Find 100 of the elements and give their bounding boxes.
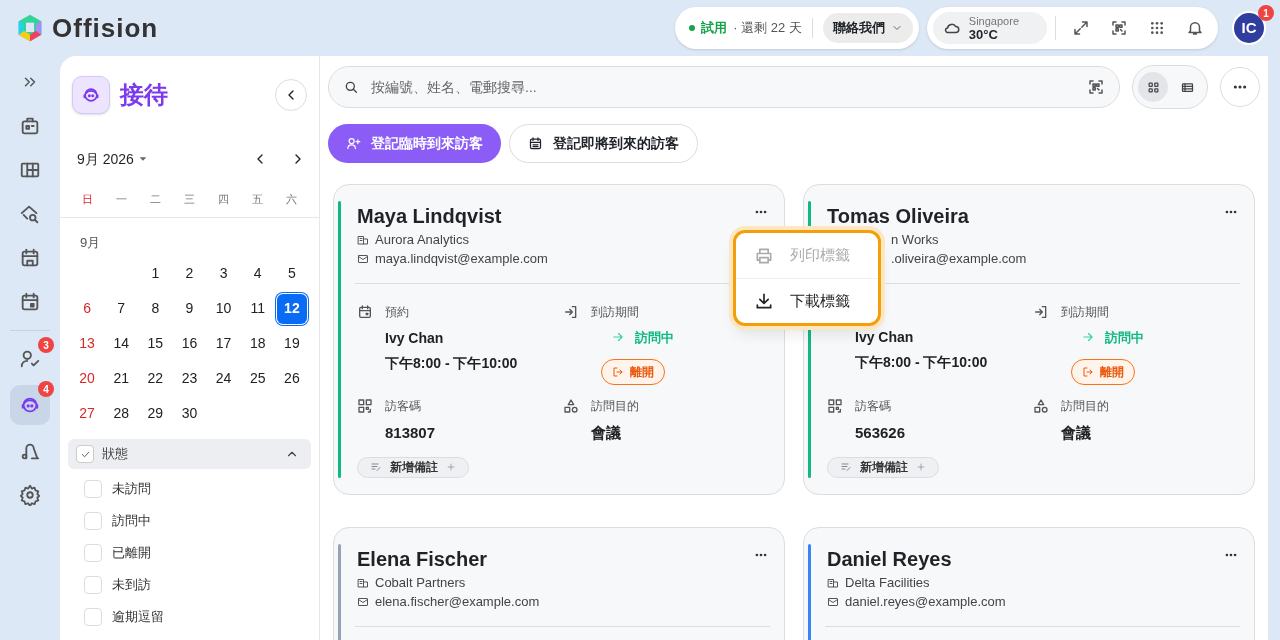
checkbox[interactable] (76, 445, 94, 463)
calendar-icon (357, 303, 373, 320)
qr-code-icon (357, 398, 373, 415)
field-label: 到訪期間 (1060, 303, 1110, 321)
calendar-day[interactable]: 26 (276, 363, 307, 394)
search-input[interactable]: 按編號、姓名、電郵搜尋... (371, 76, 1075, 98)
visitor-code: 813807 (385, 423, 436, 444)
note-icon (370, 461, 382, 474)
calendar-day[interactable]: 20 (72, 363, 103, 394)
option-label: 未到訪 (112, 576, 151, 595)
checkbox[interactable] (84, 480, 102, 498)
weekday-label: 六 (285, 192, 299, 208)
app-name: Offision (52, 11, 159, 45)
calendar-day[interactable]: 23 (174, 363, 205, 394)
count-badge: 3 (38, 337, 54, 353)
calendar-day[interactable]: 27 (72, 398, 103, 429)
calendar-day[interactable]: 5 (276, 258, 307, 289)
grid-view-icon (1145, 79, 1161, 95)
calendar-day[interactable]: 18 (242, 328, 273, 359)
calendar-day[interactable]: 8 (140, 293, 171, 324)
building-icon (357, 233, 369, 246)
note-icon (840, 461, 852, 474)
mail-icon (357, 595, 369, 608)
host-name: Ivy Chan (855, 327, 915, 347)
calendar-day[interactable]: 9 (174, 293, 205, 324)
calendar-day[interactable]: 12 (276, 293, 307, 324)
calendar-day[interactable]: 3 (208, 258, 239, 289)
visitor-card[interactable]: Maya Lindqvist Aurora Analytics maya.lindqvist@example.com 預約 Ivy Chan 下午8:00 - 下午10:00 到訪期間 訪問中 離開 訪客碼 813807 訪問目的 會議 新增備註 (333, 184, 785, 495)
calendar-day[interactable]: 13 (72, 328, 103, 359)
option-label: 逾期逗留 (112, 608, 164, 627)
field-label: 訪問目的 (590, 398, 639, 416)
calendar-day[interactable]: 1 (140, 258, 171, 289)
calendar-day[interactable]: 11 (242, 293, 273, 324)
visitor-name: Elena Fischer (357, 547, 489, 572)
field-label: 訪客碼 (385, 398, 422, 416)
month-picker[interactable]: 9月 2026 (77, 148, 248, 170)
calendar-day[interactable]: 19 (276, 328, 307, 359)
checkbox[interactable] (84, 512, 102, 530)
download-icon (754, 291, 774, 311)
checkbox[interactable] (84, 608, 102, 626)
menu-item[interactable]: 下載標籤 (736, 278, 878, 323)
option-label: 已離開 (112, 544, 151, 563)
temperature: 30°C (968, 28, 999, 42)
bell-icon (1186, 19, 1204, 37)
email-address: daniel.reyes@example.com (845, 592, 1006, 611)
calendar-day[interactable]: 16 (174, 328, 205, 359)
calendar-day[interactable]: 7 (106, 293, 137, 324)
calendar-day[interactable]: 22 (140, 363, 171, 394)
view-toggle-button[interactable] (1138, 72, 1168, 102)
mail-icon (357, 252, 369, 265)
exit-icon (611, 366, 624, 379)
register-walk-in-button[interactable]: 登記臨時到來訪客 (328, 124, 501, 163)
calendar-day[interactable]: 14 (106, 328, 137, 359)
calendar-day[interactable]: 30 (174, 398, 205, 429)
receptionist-icon (81, 85, 101, 105)
filter-header[interactable]: 狀態 (68, 439, 311, 469)
add-note-button[interactable]: 新增備註 (827, 456, 939, 478)
filter-label: 狀態 (102, 445, 129, 464)
house-search-icon (19, 203, 41, 225)
search-field[interactable]: 按編號、姓名、電郵搜尋... (328, 66, 1120, 108)
plus-icon (916, 462, 926, 473)
calendar-day[interactable]: 6 (72, 293, 103, 324)
weekday-label: 四 (217, 192, 231, 208)
settings-icon (19, 484, 41, 506)
field-label: 訪客碼 (855, 398, 892, 416)
checkbox[interactable] (84, 576, 102, 594)
weather-widget[interactable]: Singapore 30°C (932, 12, 1047, 44)
calendar-day[interactable]: 4 (242, 258, 273, 289)
visit-purpose: 會議 (590, 423, 622, 444)
building-icon (19, 115, 41, 137)
calendar-day[interactable]: 21 (106, 363, 137, 394)
contact-button[interactable]: 聯絡我們 (822, 13, 913, 43)
person-check-icon (19, 348, 41, 370)
calendar-day[interactable]: 15 (140, 328, 171, 359)
notification-badge: 1 (1258, 5, 1274, 21)
calendar-icon (19, 291, 41, 313)
visit-time: 下午8:00 - 下午10:00 (385, 353, 518, 373)
add-note-button[interactable]: 新增備註 (357, 456, 469, 478)
visitor-card[interactable]: Elena Fischer Cobalt Partners elena.fischer@example.com (333, 527, 785, 640)
trial-label: 試用 (701, 19, 728, 38)
page-title: 接待 (120, 80, 169, 110)
calendar-day[interactable]: 29 (140, 398, 171, 429)
visit-status: 訪問中 (1104, 328, 1144, 347)
visitor-card[interactable]: Daniel Reyes Delta Facilities daniel.reyes@example.com (803, 527, 1255, 640)
trial-remaining: · 還剩 22 天 (733, 19, 802, 38)
register-upcoming-button[interactable]: 登記即將到來的訪客 (509, 124, 698, 163)
checkbox[interactable] (84, 544, 102, 562)
qr-scan-icon[interactable] (1087, 78, 1105, 96)
calendar-day[interactable]: 25 (242, 363, 273, 394)
calendar-day[interactable]: 24 (208, 363, 239, 394)
calendar-day[interactable]: 28 (106, 398, 137, 429)
field-label: 到訪期間 (590, 303, 640, 321)
building-icon (827, 576, 839, 589)
visit-purpose: 會議 (1060, 423, 1092, 444)
calendar-icon (528, 136, 543, 151)
field-label: 訪問目的 (1060, 398, 1109, 416)
calendar-day[interactable]: 2 (174, 258, 205, 289)
sign-in-icon (1032, 303, 1049, 320)
calendar-day[interactable]: 17 (208, 328, 239, 359)
calendar-day[interactable]: 10 (208, 293, 239, 324)
